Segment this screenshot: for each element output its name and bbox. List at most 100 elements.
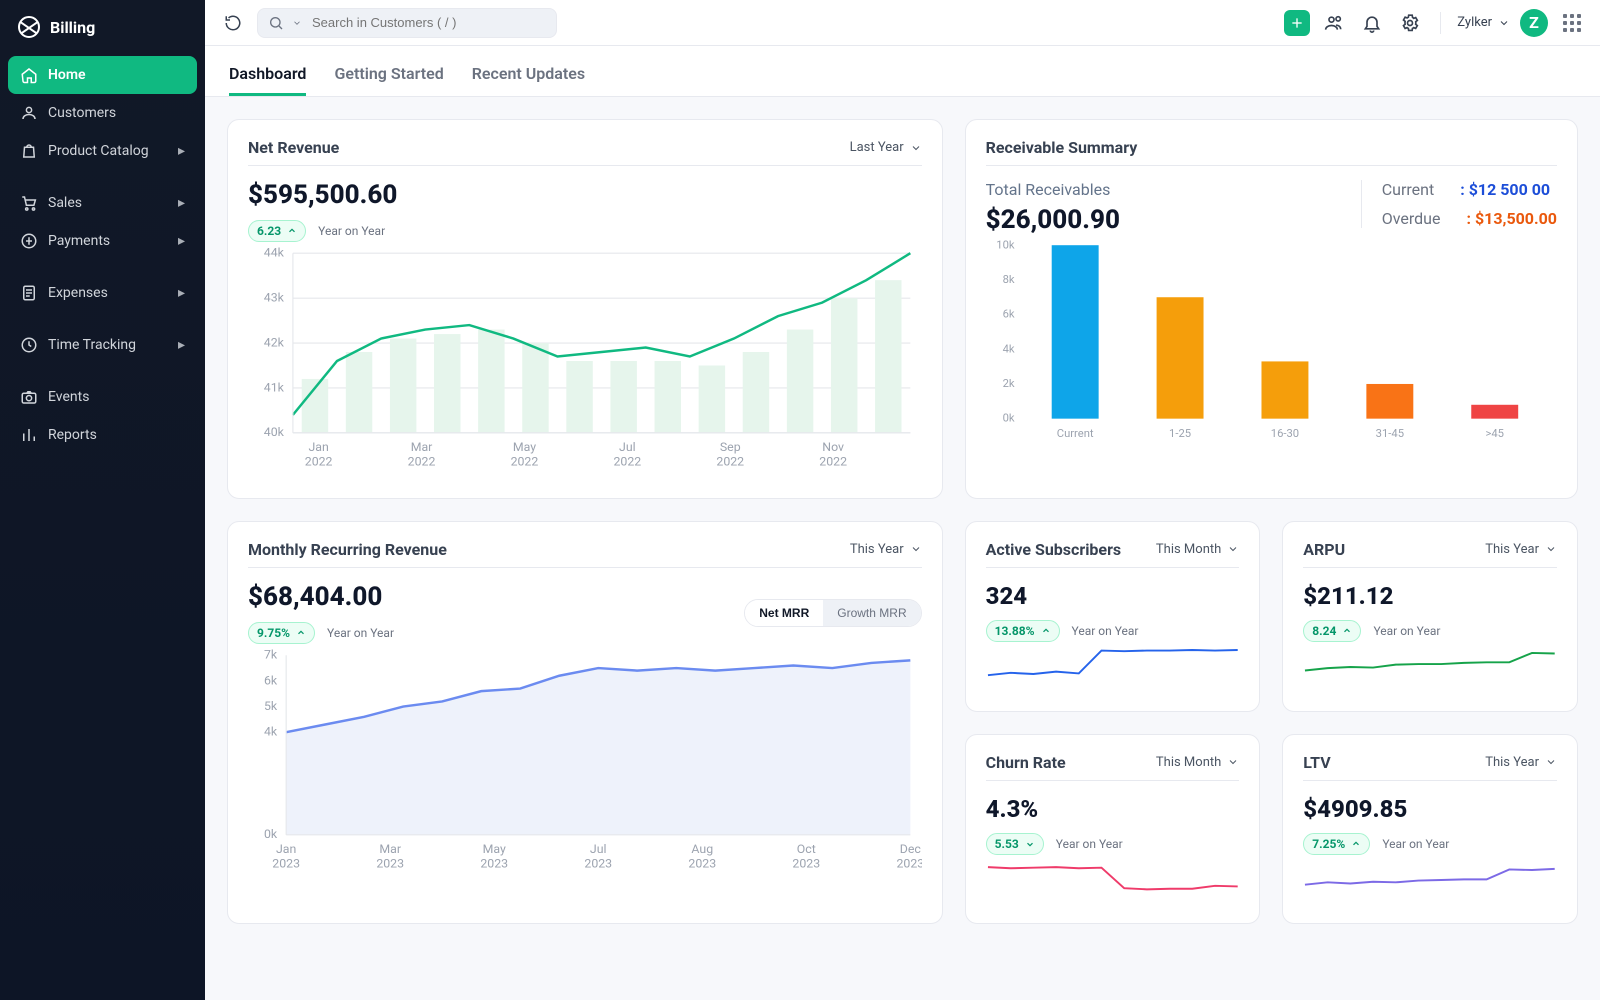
svg-text:2022: 2022 [819, 455, 847, 469]
org-name: Zylker [1457, 15, 1492, 30]
org-switcher[interactable]: Zylker [1457, 15, 1510, 30]
segment-net-mrr[interactable]: Net MRR [745, 600, 823, 626]
churn-spark [986, 855, 1240, 904]
chevron-down-icon [1227, 543, 1239, 555]
tab-getting-started[interactable]: Getting Started [334, 54, 443, 96]
mrr-chart: 0k4k5k6k7kJan2023Mar2023May2023Jul2023Au… [248, 644, 922, 880]
notifications-icon[interactable] [1358, 9, 1386, 37]
arpu-spark [1303, 642, 1557, 691]
arrow-up-icon [287, 226, 297, 236]
svg-text:16-30: 16-30 [1270, 427, 1298, 440]
svg-text:Nov: Nov [822, 441, 844, 455]
tab-dashboard[interactable]: Dashboard [229, 54, 306, 96]
range-selector[interactable]: Last Year [850, 140, 922, 155]
ltv-spark [1303, 855, 1557, 904]
sidebar-item-expenses[interactable]: Expenses▸ [8, 274, 197, 312]
svg-text:2022: 2022 [305, 455, 333, 469]
sidebar-item-reports[interactable]: Reports [8, 416, 197, 454]
chevron-down-icon[interactable] [292, 18, 302, 28]
cart-icon [20, 194, 38, 212]
svg-text:May: May [483, 843, 506, 857]
sidebar-item-time-tracking[interactable]: Time Tracking▸ [8, 326, 197, 364]
card-mrr: Monthly Recurring Revenue This Year $68,… [227, 521, 943, 925]
svg-text:4k: 4k [1002, 342, 1014, 355]
sidebar-item-product-catalog[interactable]: Product Catalog▸ [8, 132, 197, 170]
range-selector[interactable]: This Month [1156, 755, 1239, 770]
change-pill: 6.23 [248, 220, 306, 242]
chevron-down-icon [1498, 17, 1510, 29]
sidebar-item-payments[interactable]: Payments▸ [8, 222, 197, 260]
clock-icon [20, 336, 38, 354]
sidebar-item-events[interactable]: Events [8, 378, 197, 416]
kpi-value: $595,500.60 [248, 180, 922, 210]
avatar[interactable]: Z [1520, 9, 1548, 37]
card-title: Monthly Recurring Revenue [248, 540, 447, 559]
minis-grid: Active Subscribers This Month 324 13.88%… [965, 521, 1578, 925]
chevron-right-icon: ▸ [178, 337, 185, 353]
kpi-value: $68,404.00 [248, 582, 394, 612]
add-button[interactable] [1284, 10, 1310, 36]
receipt-icon [20, 284, 38, 302]
card-title: Net Revenue [248, 138, 339, 157]
chevron-down-icon [1545, 543, 1557, 555]
chevron-down-icon [1227, 756, 1239, 768]
settings-icon[interactable] [1396, 9, 1424, 37]
card-active-subscribers: Active Subscribers This Month 324 13.88%… [965, 521, 1261, 712]
range-selector[interactable]: This Year [1485, 542, 1557, 557]
chevron-right-icon: ▸ [178, 195, 185, 211]
svg-text:10k: 10k [996, 238, 1015, 251]
svg-text:2023: 2023 [480, 857, 508, 871]
active-spark [986, 642, 1240, 691]
svg-text:5k: 5k [264, 700, 278, 714]
svg-text:2k: 2k [1002, 377, 1014, 390]
svg-text:Mar: Mar [411, 441, 433, 455]
apps-grid-icon[interactable] [1558, 9, 1586, 37]
chevron-right-icon: ▸ [178, 233, 185, 249]
svg-text:Dec: Dec [900, 843, 922, 857]
sidebar-item-sales[interactable]: Sales▸ [8, 184, 197, 222]
segment-toggle[interactable]: Net MRR Growth MRR [744, 599, 921, 627]
search-input[interactable] [310, 14, 546, 31]
svg-text:>45: >45 [1485, 427, 1503, 440]
svg-text:2023: 2023 [688, 857, 716, 871]
sidebar-item-home[interactable]: Home [8, 56, 197, 94]
card-ltv: LTV This Year $4909.85 7.25%Year on Year [1282, 734, 1578, 925]
svg-text:Current: Current [1056, 427, 1093, 440]
svg-text:7k: 7k [264, 648, 278, 662]
tabs: Dashboard Getting Started Recent Updates [205, 46, 1600, 97]
main: Zylker Z Dashboard Getting Started Recent … [205, 0, 1600, 1000]
segment-growth-mrr[interactable]: Growth MRR [823, 600, 920, 626]
svg-text:2022: 2022 [613, 455, 641, 469]
card-net-revenue: Net Revenue Last Year $595,500.60 6.23 Y… [227, 119, 943, 499]
arrow-down-icon [1025, 839, 1035, 849]
brand-logo-icon [18, 16, 40, 38]
svg-text:6k: 6k [1002, 308, 1014, 321]
svg-text:2023: 2023 [272, 857, 300, 871]
svg-text:2023: 2023 [792, 857, 820, 871]
svg-text:2023: 2023 [376, 857, 404, 871]
arrow-up-icon [1351, 839, 1361, 849]
svg-text:0k: 0k [1002, 412, 1014, 425]
search-box[interactable] [257, 8, 557, 38]
net-revenue-chart: 40k41k42k43k44kJan2022Mar2022May2022Jul2… [248, 242, 922, 478]
sidebar-nav: HomeCustomersProduct Catalog▸ Sales▸Payme… [8, 56, 197, 454]
card-title: Receivable Summary [986, 138, 1138, 157]
svg-text:Jan: Jan [308, 441, 328, 455]
svg-text:Jul: Jul [619, 441, 636, 455]
range-selector[interactable]: This Year [1485, 755, 1557, 770]
users-icon[interactable] [1320, 9, 1348, 37]
arrow-up-icon [1342, 626, 1352, 636]
tab-recent-updates[interactable]: Recent Updates [472, 54, 585, 96]
range-selector[interactable]: This Month [1156, 542, 1239, 557]
total-receivables-value: $26,000.90 [986, 205, 1120, 235]
chevron-down-icon [910, 543, 922, 555]
range-selector[interactable]: This Year [850, 542, 922, 557]
sidebar-item-customers[interactable]: Customers [8, 94, 197, 132]
chevron-right-icon: ▸ [178, 143, 185, 159]
svg-text:Jul: Jul [590, 843, 607, 857]
refresh-button[interactable] [219, 9, 247, 37]
svg-text:2023: 2023 [584, 857, 612, 871]
svg-text:43k: 43k [264, 291, 285, 305]
card-title: Active Subscribers [986, 540, 1122, 559]
svg-text:41k: 41k [264, 381, 285, 395]
